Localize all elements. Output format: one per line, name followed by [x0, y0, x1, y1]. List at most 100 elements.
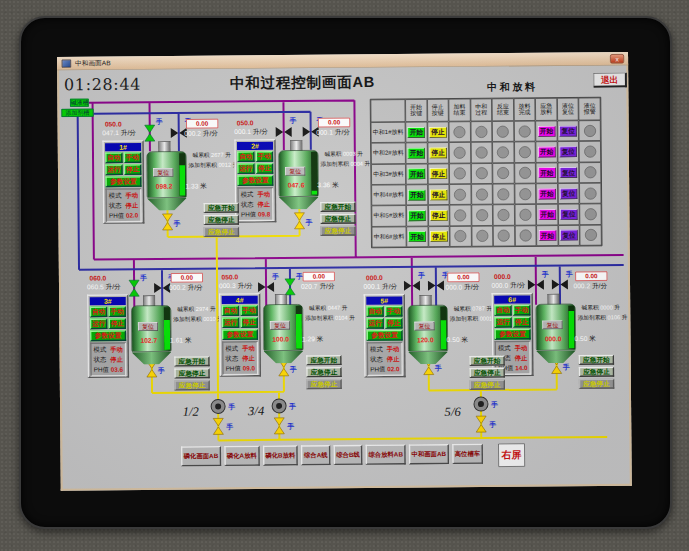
- nav-button[interactable]: 高位槽车: [452, 444, 483, 464]
- stop-button[interactable]: 停止: [430, 189, 447, 200]
- stop-button[interactable]: 停止: [109, 318, 126, 329]
- right-screen-button[interactable]: 右屏: [498, 443, 525, 467]
- emergency-start-button[interactable]: 应急开始: [320, 202, 355, 212]
- stop-button[interactable]: 停止: [241, 317, 258, 328]
- emergency-discharge-button[interactable]: 开始: [538, 147, 555, 158]
- tank-reset-button[interactable]: 复位: [414, 322, 434, 331]
- emergency-stop-button[interactable]: 应急停止: [320, 214, 355, 224]
- auto-button[interactable]: 自动: [105, 152, 122, 163]
- run-button[interactable]: 运行: [105, 164, 122, 175]
- emergency-stop-disabled-button[interactable]: 应急停止: [204, 227, 239, 237]
- start-button[interactable]: 开始: [408, 148, 425, 159]
- emergency-start-button[interactable]: 应急开始: [579, 355, 614, 365]
- start-button[interactable]: 开始: [408, 189, 425, 200]
- start-button[interactable]: 开始: [408, 127, 425, 138]
- run-button[interactable]: 运行: [366, 318, 383, 329]
- run-button[interactable]: 运行: [222, 317, 239, 328]
- stop-button[interactable]: 停止: [513, 317, 530, 328]
- emergency-stop-button[interactable]: 应急停止: [579, 367, 614, 377]
- level-reset-button[interactable]: 复位: [559, 126, 576, 137]
- start-button[interactable]: 开始: [409, 231, 426, 242]
- stop-button[interactable]: 停止: [429, 127, 446, 138]
- status-lamp: [584, 166, 596, 178]
- nav-button[interactable]: 磷化画面AB: [181, 446, 221, 466]
- pump-pair-label: 1/2: [183, 404, 199, 419]
- tank-reset-button[interactable]: 复位: [270, 321, 290, 330]
- auto-button[interactable]: 自动: [222, 305, 239, 316]
- emergency-discharge-button[interactable]: 开始: [538, 167, 555, 178]
- stop-button[interactable]: 停止: [430, 231, 447, 242]
- auto-button[interactable]: 自动: [237, 151, 254, 162]
- level-height: 0.50 米: [574, 334, 596, 344]
- nav-button[interactable]: 综合B线: [333, 445, 362, 465]
- auto-button[interactable]: 自动: [494, 305, 511, 316]
- params-button[interactable]: 参数设置: [222, 329, 258, 340]
- emergency-start-button[interactable]: 应急开始: [174, 356, 209, 366]
- emergency-start-button[interactable]: 应急开始: [469, 356, 504, 366]
- manual-button[interactable]: 手动: [256, 151, 273, 162]
- manual-button[interactable]: 手动: [385, 306, 402, 317]
- emergency-stop-disabled-button[interactable]: 应急停止: [470, 380, 505, 390]
- manual-button[interactable]: 手动: [124, 152, 141, 163]
- manual-button[interactable]: 手动: [513, 305, 530, 316]
- level-reset-button[interactable]: 复位: [560, 146, 577, 157]
- emergency-discharge-button[interactable]: 开始: [538, 209, 555, 220]
- auto-button[interactable]: 自动: [90, 306, 107, 317]
- emergency-stop-disabled-button[interactable]: 应急停止: [306, 379, 341, 389]
- params-button[interactable]: 参数设置: [494, 329, 530, 340]
- nav-button[interactable]: 综合A线: [301, 445, 330, 465]
- emergency-stop-button[interactable]: 应急停止: [470, 368, 505, 378]
- status-lamp: [585, 229, 597, 241]
- tank-reset-button[interactable]: 复位: [138, 322, 158, 331]
- level-reset-button[interactable]: 复位: [560, 230, 577, 241]
- tank-reset-button[interactable]: 复位: [285, 167, 305, 176]
- emergency-stop-button[interactable]: 应急停止: [204, 215, 239, 225]
- params-button[interactable]: 参数设置: [367, 330, 403, 341]
- level-reset-button[interactable]: 复位: [560, 209, 577, 220]
- tank-reset-button[interactable]: 复位: [542, 320, 562, 329]
- emergency-discharge-button[interactable]: 开始: [539, 230, 556, 241]
- emergency-discharge-button[interactable]: 开始: [538, 188, 555, 199]
- emergency-stop-disabled-button[interactable]: 应急停止: [320, 226, 355, 236]
- tank-level-value: 120.0: [409, 336, 442, 344]
- emergency-start-button[interactable]: 应急开始: [204, 203, 239, 213]
- start-button[interactable]: 开始: [408, 169, 425, 180]
- stop-button[interactable]: 停止: [124, 164, 141, 175]
- level-height: 1.33 米: [185, 182, 207, 192]
- status-lamp: [497, 146, 509, 158]
- nav-button[interactable]: 中和画面AB: [409, 444, 449, 464]
- params-button[interactable]: 参数设置: [237, 175, 273, 186]
- manual-button[interactable]: 手动: [108, 306, 125, 317]
- level-reset-button[interactable]: 复位: [560, 167, 577, 178]
- nav-button[interactable]: 磷化B放料: [263, 445, 298, 465]
- stop-button[interactable]: 停止: [429, 148, 446, 159]
- status-lamp: [519, 167, 531, 179]
- params-button[interactable]: 参数设置: [90, 330, 126, 341]
- nav-button[interactable]: 磷化A放料: [224, 446, 259, 466]
- run-button[interactable]: 运行: [90, 318, 107, 329]
- emergency-stop-disabled-button[interactable]: 应急停止: [579, 379, 614, 389]
- emergency-discharge-button[interactable]: 开始: [538, 126, 555, 137]
- start-button[interactable]: 开始: [408, 210, 425, 221]
- status-lamp: [584, 187, 596, 199]
- nav-button[interactable]: 综合放料AB: [366, 444, 406, 464]
- stop-button[interactable]: 停止: [430, 168, 447, 179]
- status-lamp: [519, 125, 531, 137]
- status-lamp: [584, 146, 596, 158]
- emergency-stop-disabled-button[interactable]: 应急停止: [174, 380, 209, 390]
- stop-button[interactable]: 停止: [385, 318, 402, 329]
- auto-button[interactable]: 自动: [366, 306, 383, 317]
- stop-button[interactable]: 停止: [256, 163, 273, 174]
- run-button[interactable]: 运行: [237, 163, 254, 174]
- params-button[interactable]: 参数设置: [105, 176, 141, 187]
- emergency-stop-button[interactable]: 应急停止: [306, 367, 341, 377]
- emergency-stop-button[interactable]: 应急停止: [174, 368, 209, 378]
- run-button[interactable]: 运行: [494, 317, 511, 328]
- manual-button[interactable]: 手动: [240, 305, 257, 316]
- flow-meter-actual: 000.1 升/分: [316, 128, 350, 138]
- level-reset-button[interactable]: 复位: [560, 188, 577, 199]
- emergency-start-button[interactable]: 应急开始: [306, 355, 341, 365]
- status-lamp: [476, 147, 488, 159]
- stop-button[interactable]: 停止: [430, 210, 447, 221]
- tank-reset-button[interactable]: 复位: [153, 168, 173, 177]
